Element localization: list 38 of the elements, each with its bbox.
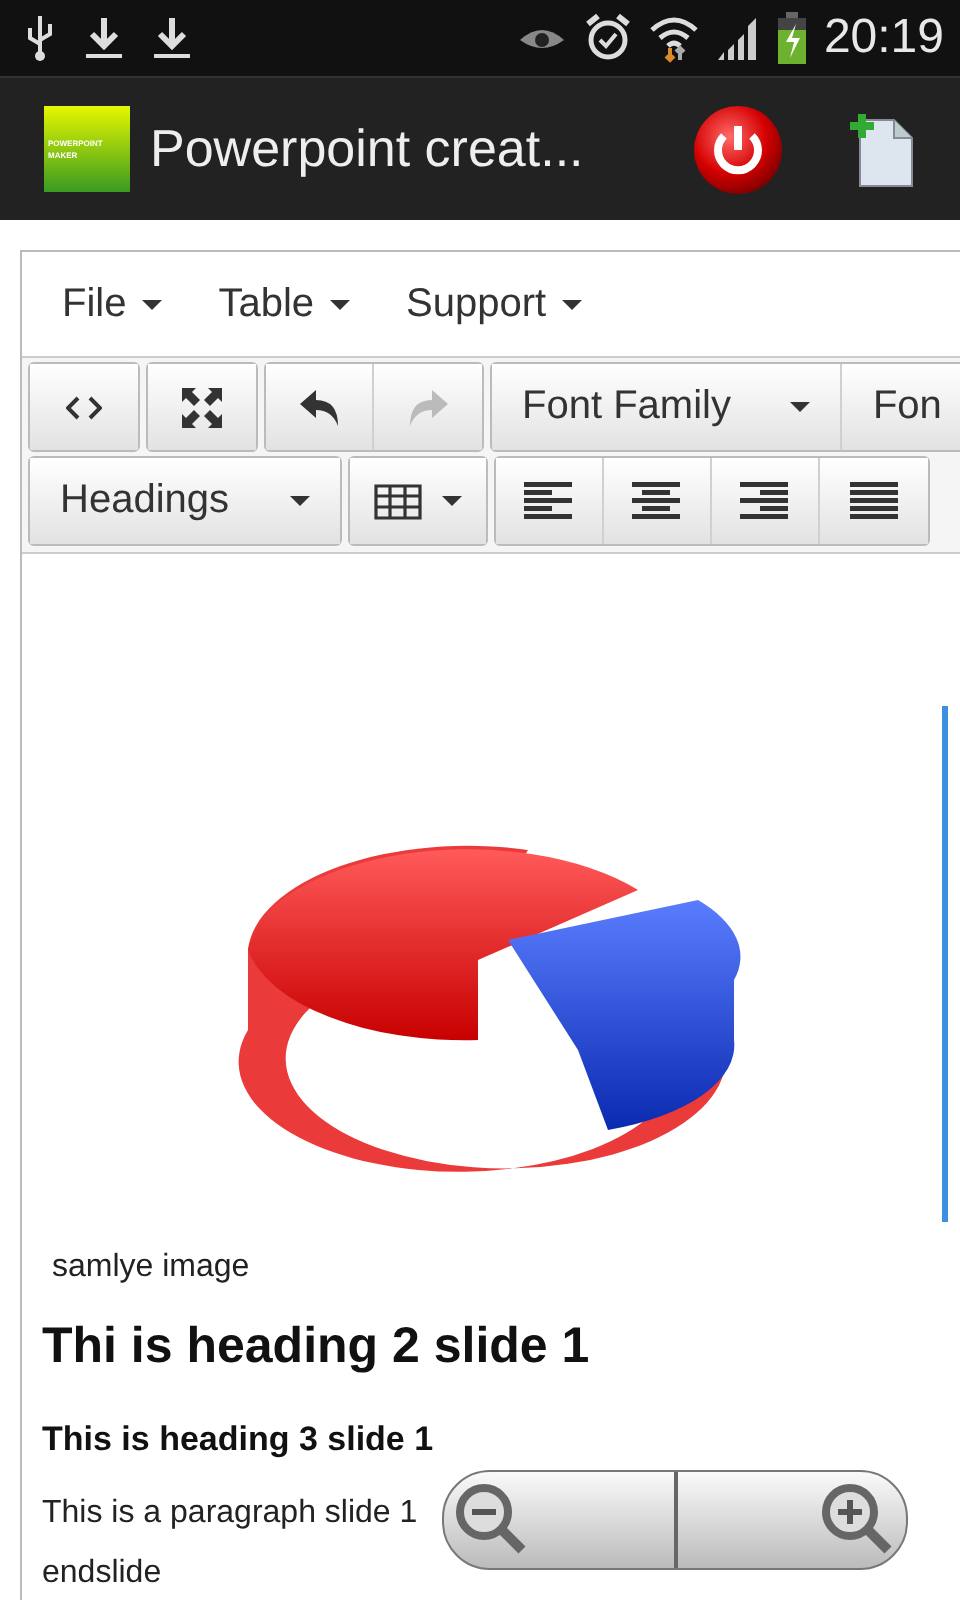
- dropdown-button[interactable]: Headings: [30, 458, 340, 544]
- download-icon: [152, 14, 192, 62]
- subheading: This is heading 3 slide 1: [42, 1420, 436, 1460]
- table-icon: [373, 483, 422, 519]
- menu-item[interactable]: Table: [198, 273, 371, 335]
- usb-icon: [24, 14, 56, 62]
- alarm-clock-icon: [583, 12, 632, 64]
- align-center-icon: [632, 481, 681, 521]
- align-center-button[interactable]: [603, 458, 712, 544]
- dropdown-button[interactable]: Font Family: [492, 364, 843, 450]
- paragraph: This is a paragraph slide 1: [42, 1496, 420, 1532]
- signal-icon: [715, 14, 760, 62]
- download-icon: [84, 14, 124, 62]
- image-caption: samlye image: [52, 1250, 252, 1286]
- clock-time: 20:19: [823, 10, 944, 66]
- justify-button[interactable]: [819, 458, 928, 544]
- code-icon: [66, 395, 102, 419]
- undo-button[interactable]: [266, 364, 374, 450]
- menu-item[interactable]: File: [42, 273, 183, 335]
- undo-icon: [297, 387, 341, 427]
- align-left-icon: [524, 481, 573, 521]
- redo-icon: [406, 387, 450, 427]
- paragraph: endslide: [42, 1556, 164, 1592]
- new-document-icon: [848, 111, 916, 187]
- align-left-button[interactable]: [495, 458, 604, 544]
- heading: Thi is heading 2 slide 1: [42, 1318, 592, 1376]
- power-button[interactable]: [692, 103, 784, 195]
- app-title: Powerpoint creat...: [150, 118, 586, 180]
- justify-icon: [849, 481, 898, 521]
- align-right-button[interactable]: [711, 458, 820, 544]
- wifi-icon: [647, 12, 700, 64]
- battery-charging-icon: [775, 12, 808, 64]
- fullscreen-icon: [180, 385, 224, 429]
- new-document-button[interactable]: [848, 111, 916, 187]
- align-right-icon: [740, 481, 789, 521]
- dropdown-button[interactable]: Fon: [842, 364, 960, 450]
- power-icon: [692, 103, 784, 195]
- menu-item[interactable]: Support: [386, 273, 603, 335]
